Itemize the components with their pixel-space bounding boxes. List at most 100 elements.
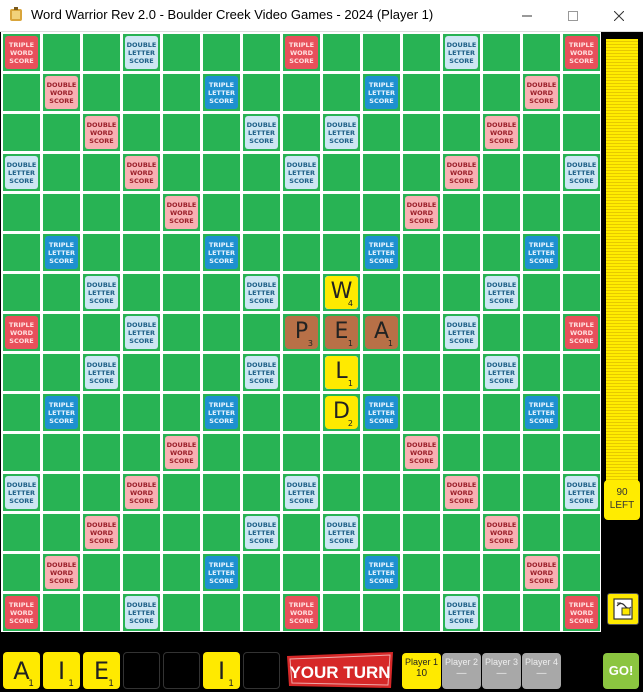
board-square[interactable]: [363, 594, 400, 631]
board-square[interactable]: [363, 274, 400, 311]
premium-square-tw[interactable]: TRIPLE WORD SCORE: [285, 596, 318, 629]
board-square[interactable]: [403, 594, 440, 631]
board-square[interactable]: [483, 594, 520, 631]
premium-square-tw[interactable]: TRIPLE WORD SCORE: [565, 596, 598, 629]
board-square[interactable]: [123, 194, 160, 231]
board-square[interactable]: [243, 194, 280, 231]
board-square[interactable]: [43, 354, 80, 391]
board-square[interactable]: [3, 554, 40, 591]
board-square[interactable]: [83, 314, 120, 351]
board-square[interactable]: [323, 554, 360, 591]
board-square[interactable]: [43, 34, 80, 71]
board-square[interactable]: [123, 434, 160, 471]
premium-square-tl[interactable]: TRIPLE LETTER SCORE: [525, 396, 558, 429]
board-square[interactable]: [563, 274, 600, 311]
placed-tile[interactable]: P3: [285, 316, 318, 349]
board-square[interactable]: [483, 314, 520, 351]
board-square[interactable]: [83, 554, 120, 591]
board-square[interactable]: [163, 554, 200, 591]
rack-tile[interactable]: [243, 652, 280, 689]
board-square[interactable]: [43, 594, 80, 631]
rack-tile[interactable]: I1: [43, 652, 80, 689]
board-square[interactable]: [403, 114, 440, 151]
board-square[interactable]: [3, 274, 40, 311]
board-square[interactable]: [43, 474, 80, 511]
board-square[interactable]: [3, 394, 40, 431]
premium-square-tl[interactable]: TRIPLE LETTER SCORE: [205, 236, 238, 269]
board-square[interactable]: [83, 74, 120, 111]
board-square[interactable]: [243, 234, 280, 271]
board-square[interactable]: [43, 274, 80, 311]
board-square[interactable]: [243, 394, 280, 431]
board-square[interactable]: [563, 234, 600, 271]
premium-square-tl[interactable]: TRIPLE LETTER SCORE: [525, 236, 558, 269]
board-square[interactable]: [443, 354, 480, 391]
board-square[interactable]: [203, 514, 240, 551]
board-square[interactable]: [203, 194, 240, 231]
board-square[interactable]: [203, 274, 240, 311]
board-square[interactable]: [283, 514, 320, 551]
board-square[interactable]: [563, 394, 600, 431]
board-square[interactable]: [443, 274, 480, 311]
board-square[interactable]: [523, 314, 560, 351]
board-square[interactable]: [483, 234, 520, 271]
premium-square-dl[interactable]: DOUBLELETTERSCORE: [5, 156, 38, 189]
premium-square-dl[interactable]: DOUBLELETTERSCORE: [325, 516, 358, 549]
board-square[interactable]: [483, 474, 520, 511]
board-square[interactable]: [403, 74, 440, 111]
board-square[interactable]: [403, 554, 440, 591]
board-square[interactable]: [443, 514, 480, 551]
board-square[interactable]: [283, 554, 320, 591]
board-square[interactable]: [43, 154, 80, 191]
board-square[interactable]: [3, 354, 40, 391]
board-square[interactable]: [163, 594, 200, 631]
placed-tile[interactable]: W4: [325, 276, 358, 309]
premium-square-dw[interactable]: DOUBLE WORD SCORE: [165, 436, 198, 469]
board-square[interactable]: [203, 594, 240, 631]
board-square[interactable]: [443, 554, 480, 591]
board-square[interactable]: [123, 514, 160, 551]
board-square[interactable]: [83, 474, 120, 511]
premium-square-dl[interactable]: DOUBLELETTERSCORE: [325, 116, 358, 149]
premium-square-tl[interactable]: TRIPLE LETTER SCORE: [205, 76, 238, 109]
board-square[interactable]: [203, 354, 240, 391]
premium-square-dw[interactable]: DOUBLE WORD SCORE: [525, 76, 558, 109]
board-square[interactable]: [403, 394, 440, 431]
premium-square-dl[interactable]: DOUBLELETTERSCORE: [125, 316, 158, 349]
board-square[interactable]: [563, 514, 600, 551]
board-square[interactable]: [163, 274, 200, 311]
premium-square-tw[interactable]: TRIPLE WORD SCORE: [5, 36, 38, 69]
board-square[interactable]: [163, 314, 200, 351]
placed-tile[interactable]: L1: [325, 356, 358, 389]
premium-square-dl[interactable]: DOUBLELETTERSCORE: [485, 276, 518, 309]
board-square[interactable]: [523, 474, 560, 511]
board-square[interactable]: [123, 74, 160, 111]
board-square[interactable]: [3, 514, 40, 551]
board-square[interactable]: [363, 514, 400, 551]
board-square[interactable]: [163, 114, 200, 151]
board-square[interactable]: [203, 154, 240, 191]
board-square[interactable]: [523, 154, 560, 191]
premium-square-tl[interactable]: TRIPLE LETTER SCORE: [205, 396, 238, 429]
board-square[interactable]: [323, 34, 360, 71]
placed-tile[interactable]: A1: [365, 316, 398, 349]
board-square[interactable]: [523, 434, 560, 471]
premium-square-dw[interactable]: DOUBLE WORD SCORE: [405, 436, 438, 469]
board-square[interactable]: [3, 234, 40, 271]
board-square[interactable]: [403, 474, 440, 511]
premium-square-dl[interactable]: DOUBLELETTERSCORE: [125, 36, 158, 69]
board-square[interactable]: [563, 114, 600, 151]
premium-square-dw[interactable]: DOUBLE WORD SCORE: [445, 476, 478, 509]
premium-square-tl[interactable]: TRIPLE LETTER SCORE: [365, 556, 398, 589]
premium-square-tl[interactable]: TRIPLE LETTER SCORE: [365, 396, 398, 429]
board-square[interactable]: [523, 34, 560, 71]
premium-square-tw[interactable]: TRIPLE WORD SCORE: [5, 596, 38, 629]
rack-tile[interactable]: [123, 652, 160, 689]
premium-square-dl[interactable]: DOUBLELETTERSCORE: [565, 476, 598, 509]
board-square[interactable]: [403, 234, 440, 271]
premium-square-dw[interactable]: DOUBLE WORD SCORE: [405, 196, 438, 229]
board-square[interactable]: [123, 354, 160, 391]
placed-tile[interactable]: E1: [325, 316, 358, 349]
board-square[interactable]: [523, 274, 560, 311]
premium-square-tl[interactable]: TRIPLE LETTER SCORE: [45, 236, 78, 269]
